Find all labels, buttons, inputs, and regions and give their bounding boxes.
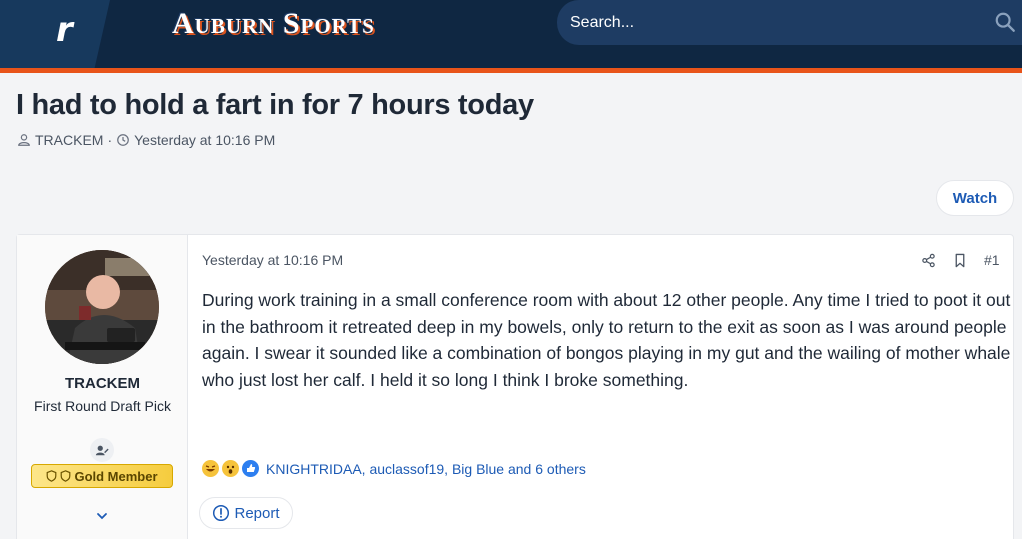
chevron-down-icon[interactable] <box>94 508 110 524</box>
post-user-column: TRACKEM First Round Draft Pick Gold Memb… <box>17 235 188 539</box>
share-icon[interactable] <box>921 253 936 268</box>
meta-separator: · <box>107 132 113 148</box>
bookmark-icon[interactable] <box>953 253 967 268</box>
report-label: Report <box>234 504 280 522</box>
user-title: First Round Draft Pick <box>34 398 171 414</box>
search-input[interactable]: Search... <box>557 0 1022 45</box>
badge-label: Gold Member <box>74 468 158 484</box>
post-card: TRACKEM First Round Draft Pick Gold Memb… <box>16 234 1014 539</box>
user-icon <box>18 134 30 146</box>
post-number[interactable]: #1 <box>984 252 1000 268</box>
wow-emoji-icon <box>222 460 239 477</box>
site-name[interactable]: Auburn Sports <box>172 8 375 40</box>
site-header: r Auburn Sports Search... <box>0 0 1022 68</box>
thread-author[interactable]: TRACKEM <box>35 131 103 149</box>
post-actions: #1 <box>921 252 1000 268</box>
clock-icon <box>117 134 129 146</box>
watch-button[interactable]: Watch <box>936 180 1014 216</box>
alert-icon <box>213 504 230 522</box>
reactions-bar[interactable]: KNIGHTRIDAA, auclassof19, Big Blue and 6… <box>202 460 586 477</box>
shield-icon <box>47 470 57 482</box>
shield-icon <box>61 470 71 482</box>
logo-block[interactable]: r <box>0 0 110 68</box>
header-accent-bar <box>0 68 1022 73</box>
thread-timestamp[interactable]: Yesterday at 10:16 PM <box>134 131 275 149</box>
post-body: During work training in a small conferen… <box>202 290 1011 390</box>
like-emoji-icon <box>242 460 259 477</box>
thread-meta: TRACKEM · Yesterday at 10:16 PM <box>17 131 275 149</box>
gold-member-badge: Gold Member <box>31 464 173 488</box>
rivals-logo[interactable]: r <box>56 10 73 50</box>
post-username[interactable]: TRACKEM <box>17 375 188 393</box>
user-role-icon <box>90 438 114 462</box>
avatar[interactable] <box>45 250 159 364</box>
laugh-emoji-icon <box>202 460 219 477</box>
page-title: I had to hold a fart in for 7 hours toda… <box>16 89 534 121</box>
reaction-names-link[interactable]: KNIGHTRIDAA, auclassof19, Big Blue and 6… <box>266 461 586 477</box>
avatar-photo <box>45 250 159 364</box>
report-button[interactable]: Report <box>199 497 293 529</box>
post-date[interactable]: Yesterday at 10:16 PM <box>202 251 343 269</box>
search-icon[interactable] <box>994 11 1016 33</box>
search-placeholder: Search... <box>570 14 635 31</box>
